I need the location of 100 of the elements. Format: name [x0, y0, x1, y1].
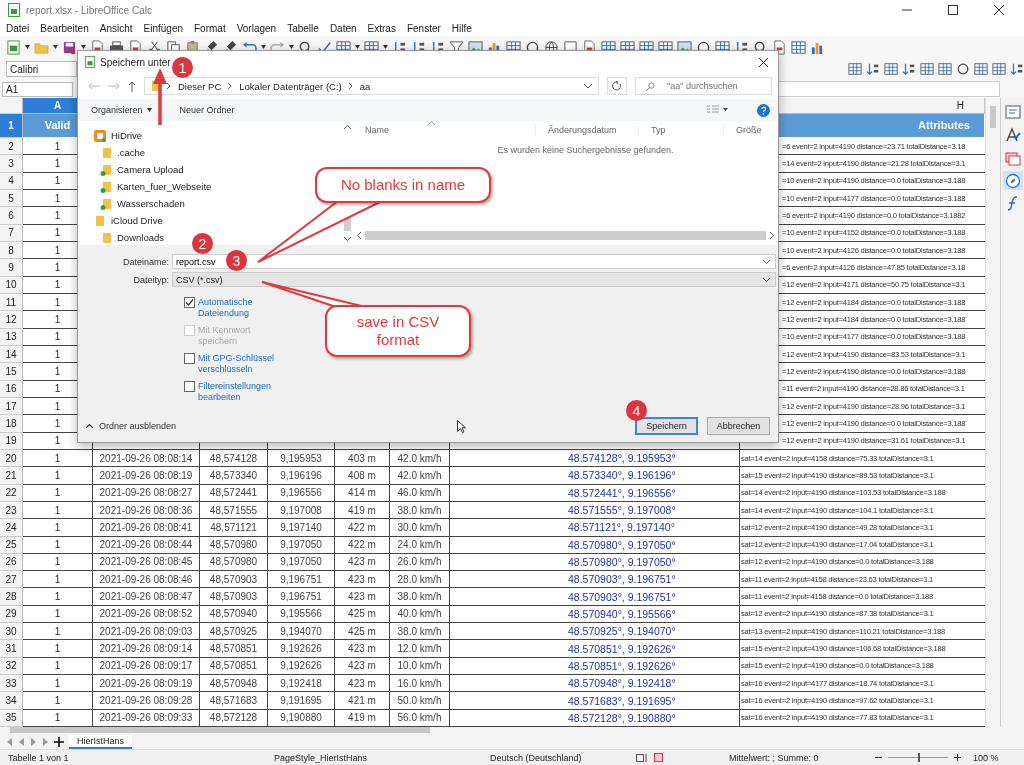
address-bar[interactable]: Dieser PC Lokaler Datenträger (C:) aa [144, 77, 599, 95]
menu-item[interactable]: Fenster [406, 22, 441, 34]
name-box[interactable]: A1 [2, 81, 73, 97]
breadcrumb-item[interactable]: Lokaler Datenträger (C:) [239, 80, 342, 92]
table-icon[interactable] [920, 62, 934, 76]
menu-item[interactable]: Datei [6, 22, 30, 34]
sheet-tab[interactable]: HierIstHans [69, 734, 132, 749]
navigation-item[interactable]: HiDrive [94, 129, 143, 142]
menu-item[interactable]: Hilfe [451, 22, 472, 34]
checkbox-label[interactable]: Automatische Dateiendung [198, 297, 280, 319]
dialog-button[interactable]: Abbrechen [707, 417, 770, 435]
new-folder-button[interactable]: Neuer Ordner [179, 105, 235, 115]
sort-icon[interactable] [1010, 62, 1024, 76]
table-cell: 48.570980°, 9.197050° [450, 536, 740, 554]
chevron-down-icon[interactable] [584, 83, 592, 89]
compass-icon[interactable] [1004, 172, 1021, 189]
row-header[interactable]: 15 [0, 363, 23, 381]
organize-menu[interactable]: Organisieren [91, 105, 152, 115]
row-header[interactable]: 9 [0, 259, 23, 277]
horizontal-scrollbar[interactable] [365, 231, 766, 240]
row-header[interactable]: 28 [0, 588, 23, 606]
row-header[interactable]: 24 [0, 519, 23, 537]
column-header[interactable]: Änderungsdatum [535, 125, 638, 135]
row-header[interactable]: 21 [0, 467, 23, 485]
refresh-button[interactable] [607, 77, 627, 95]
add-sheet-icon[interactable] [54, 736, 64, 747]
navigation-item[interactable]: .cache [94, 146, 145, 159]
zoom-out-icon[interactable] [875, 754, 882, 761]
table-icon[interactable] [791, 39, 806, 55]
caret-icon[interactable] [25, 45, 30, 49]
checkbox[interactable] [184, 381, 195, 392]
menu-item[interactable]: Vorlagen [236, 22, 277, 34]
row-header[interactable]: 30 [0, 623, 23, 641]
file-type-dropdown[interactable]: CSV (*.csv) [172, 272, 776, 287]
checkbox-label[interactable]: Mit GPG-Schlüssel verschlüsseln [198, 353, 280, 375]
sort-icon[interactable] [866, 62, 880, 76]
checkbox[interactable] [184, 353, 195, 364]
menu-item[interactable]: Bearbeiten [40, 22, 89, 34]
table-cell: 403 m [335, 449, 390, 468]
horizontal-scrollbar[interactable] [10, 727, 430, 733]
navigation-item[interactable]: Camera Upload [94, 163, 184, 176]
chevron-down-icon[interactable] [763, 259, 770, 264]
row-header[interactable]: 27 [0, 571, 23, 589]
gallery-icon[interactable] [1004, 149, 1021, 166]
column-header[interactable]: Name [353, 125, 535, 135]
column-header[interactable]: Größe [723, 125, 762, 135]
caret-icon[interactable] [53, 45, 58, 49]
view-options-icon[interactable] [707, 105, 729, 115]
chevron-right-icon[interactable] [770, 232, 774, 239]
sort-caret-icon [428, 121, 435, 125]
row-header[interactable]: 1 [0, 114, 23, 138]
row-header[interactable]: 12 [0, 311, 23, 329]
table-cell: 48,571555 [200, 501, 268, 520]
shape-icon[interactable] [956, 62, 970, 76]
maximize-icon[interactable] [948, 5, 958, 15]
navigation-item[interactable]: iCloud Drive [94, 214, 163, 227]
styles-icon[interactable] [1004, 126, 1021, 143]
menu-item[interactable]: Einfügen [143, 22, 183, 34]
zoom-in-icon[interactable] [954, 754, 961, 761]
table-icon[interactable] [848, 62, 862, 76]
menu-item[interactable]: Format [194, 22, 226, 34]
row-header[interactable]: 33 [0, 675, 23, 693]
save-icon[interactable] [62, 39, 77, 55]
font-name-field[interactable]: Calibri [6, 61, 77, 77]
search-field[interactable]: "aa" durchsuchen [635, 77, 772, 95]
dialog-button[interactable]: Speichern [635, 417, 698, 435]
menu-item[interactable]: Ansicht [99, 22, 133, 34]
checkbox[interactable] [184, 297, 195, 308]
row-header[interactable]: 34 [0, 692, 23, 710]
chevron-down-icon[interactable] [763, 277, 770, 282]
close-icon[interactable] [994, 5, 1004, 15]
navigation-item[interactable]: Wasserschaden [94, 197, 185, 210]
table-icon[interactable] [884, 62, 898, 76]
table-cell: 24.0 km/h [390, 536, 450, 554]
up-icon[interactable] [128, 80, 136, 92]
row-header[interactable]: 3 [0, 155, 23, 173]
breadcrumb-item[interactable]: Dieser PC [178, 80, 222, 92]
table-icon[interactable] [974, 62, 988, 76]
chevron-up-icon[interactable] [343, 125, 351, 129]
row-header[interactable]: 18 [0, 415, 23, 433]
table-icon[interactable] [938, 62, 952, 76]
navigation-item[interactable]: Karten_fuer_Webseite [94, 180, 212, 193]
row-header[interactable]: 6 [0, 207, 23, 225]
search-input[interactable]: "aa" durchsuchen [665, 80, 759, 92]
checkbox-label[interactable]: Filtereinstellungen bearbeiten [198, 381, 280, 403]
sort-icon[interactable] [902, 62, 916, 76]
table-cell: 28.0 km/h [390, 571, 450, 589]
help-icon[interactable] [757, 103, 770, 117]
row-header[interactable]: 31 [0, 640, 23, 658]
navigation-item[interactable]: Downloads [94, 231, 164, 244]
chevron-left-icon[interactable] [357, 232, 361, 239]
menu-item[interactable]: Daten [329, 22, 357, 34]
chevron-down-icon[interactable] [343, 237, 351, 241]
close-icon[interactable] [759, 57, 768, 67]
table-icon[interactable] [992, 62, 1006, 76]
menu-item[interactable]: Tabelle [287, 22, 319, 34]
breadcrumb-item[interactable]: aa [359, 80, 371, 92]
column-header[interactable]: Typ [638, 125, 723, 135]
menu-item[interactable]: Extras [367, 22, 396, 34]
corner-cell[interactable] [0, 98, 23, 114]
